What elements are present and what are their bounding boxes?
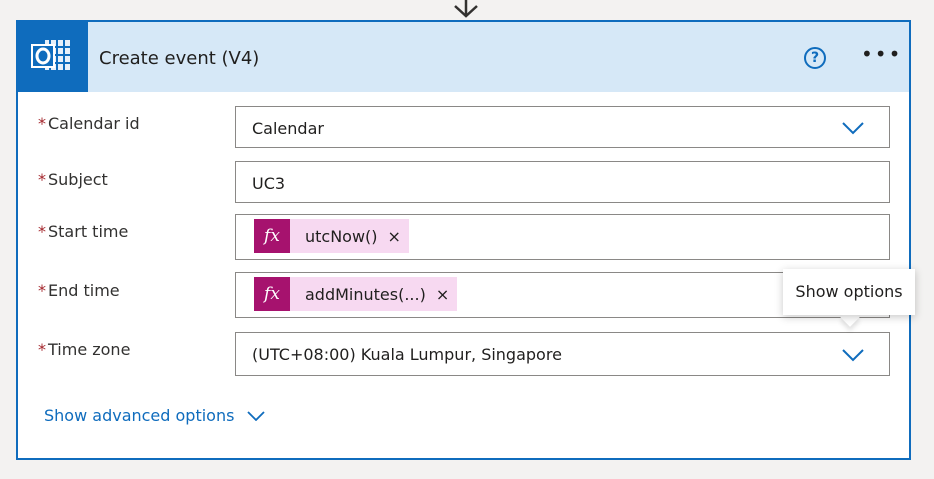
token-label: utcNow() xyxy=(305,226,378,246)
subject-input[interactable]: UC3 xyxy=(235,161,890,203)
more-options-icon[interactable]: ••• xyxy=(861,42,900,72)
show-options-tooltip: Show options xyxy=(783,269,915,315)
remove-token-icon[interactable]: × xyxy=(388,227,401,246)
expression-token[interactable]: fx utcNow() × xyxy=(254,219,409,253)
show-advanced-options-link[interactable]: Show advanced options xyxy=(44,406,234,425)
remove-token-icon[interactable]: × xyxy=(436,285,449,304)
time-zone-label-text: Time zone xyxy=(48,340,131,359)
chevron-down-icon[interactable] xyxy=(841,121,865,135)
required-mark: * xyxy=(38,170,46,189)
outlook-icon xyxy=(18,22,88,92)
calendar-id-label-text: Calendar id xyxy=(48,114,140,133)
required-mark: * xyxy=(38,340,46,359)
expression-token[interactable]: fx addMinutes(...) × xyxy=(254,277,458,311)
fx-icon: fx xyxy=(254,277,290,311)
flow-arrow-down-icon xyxy=(454,0,478,18)
required-mark: * xyxy=(38,222,46,241)
time-zone-value: (UTC+08:00) Kuala Lumpur, Singapore xyxy=(252,345,562,364)
calendar-id-label: * Calendar id xyxy=(38,114,140,133)
chevron-down-icon[interactable] xyxy=(247,411,265,421)
help-icon[interactable]: ? xyxy=(804,47,826,69)
fx-icon: fx xyxy=(254,219,290,253)
end-time-label-text: End time xyxy=(48,281,120,300)
subject-label: * Subject xyxy=(38,170,108,189)
subject-label-text: Subject xyxy=(48,170,108,189)
start-time-input[interactable]: fx utcNow() × xyxy=(235,214,890,260)
token-label: addMinutes(...) xyxy=(305,284,426,304)
chevron-down-icon[interactable] xyxy=(841,348,865,362)
action-title: Create event (V4) xyxy=(99,48,260,69)
calendar-id-value: Calendar xyxy=(252,119,324,138)
required-mark: * xyxy=(38,281,46,300)
time-zone-dropdown[interactable]: (UTC+08:00) Kuala Lumpur, Singapore xyxy=(235,332,890,376)
action-card: Create event (V4) ? ••• * Calendar id Cal… xyxy=(16,20,911,460)
calendar-id-dropdown[interactable]: Calendar xyxy=(235,106,890,148)
subject-value: UC3 xyxy=(252,174,286,193)
required-mark: * xyxy=(38,114,46,133)
action-header[interactable]: Create event (V4) ? ••• xyxy=(18,22,909,92)
start-time-label-text: Start time xyxy=(48,222,129,241)
time-zone-label: * Time zone xyxy=(38,340,130,359)
start-time-label: * Start time xyxy=(38,222,128,241)
end-time-label: * End time xyxy=(38,281,120,300)
